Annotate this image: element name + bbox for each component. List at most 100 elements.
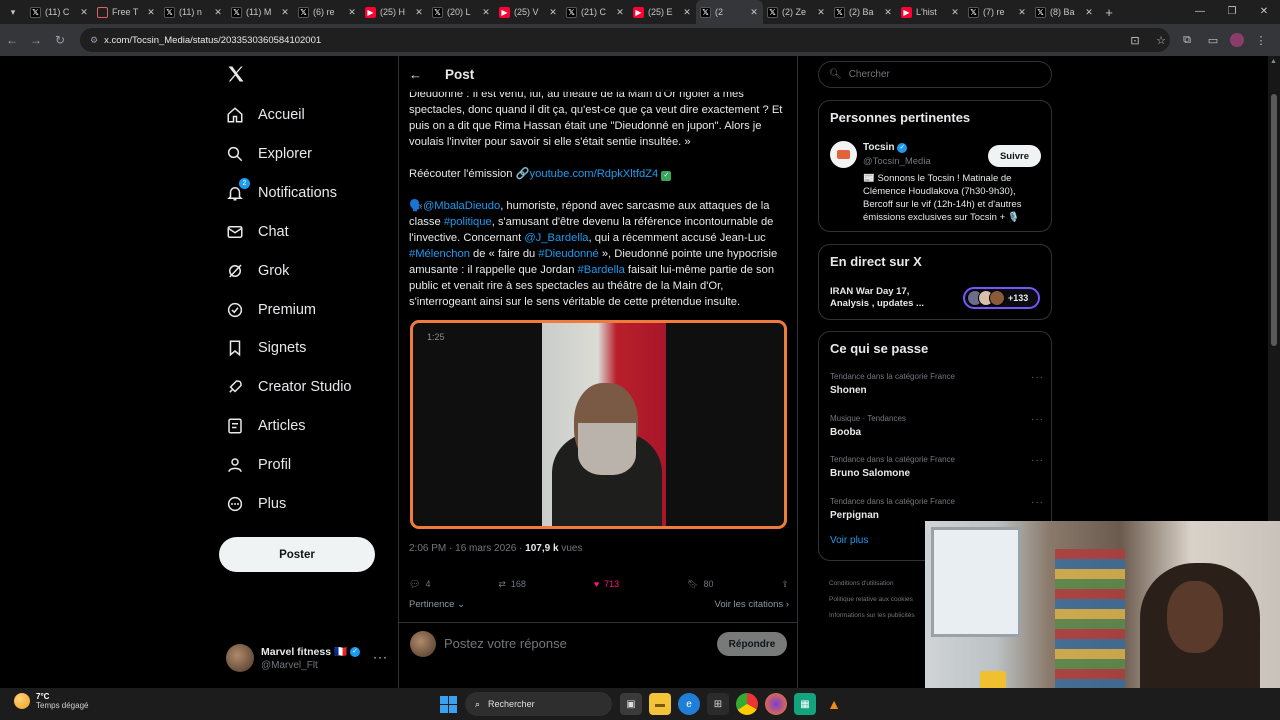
browser-tab[interactable]: 𝕏 (8) Ba ✕ [1031, 0, 1098, 24]
person-name-row[interactable]: Tocsin ✓ [863, 142, 908, 153]
youtube-link[interactable]: youtube.com/RdpkXltfdZ4 [530, 168, 659, 180]
share-action[interactable]: ⇪ [781, 579, 789, 590]
footer-link[interactable]: Politique relative aux cookies [829, 592, 915, 608]
trend-item[interactable]: Musique · Tendances Booba ··· [830, 414, 1044, 450]
browser-tab[interactable]: ▶ (25) H ✕ [361, 0, 428, 24]
nav-item-grok[interactable]: Grok [226, 256, 289, 286]
windows-start-icon[interactable] [440, 696, 457, 713]
browser-tab[interactable]: 𝕏 (2) Ba ✕ [830, 0, 897, 24]
footer-link[interactable]: Informations sur les publicités [829, 608, 915, 624]
browser-tab[interactable]: ▶ (25) E ✕ [629, 0, 696, 24]
hashtag-dieudonne[interactable]: #Dieudonné [538, 248, 598, 260]
browser-tab[interactable]: Free T ✕ [93, 0, 160, 24]
nav-item-premium[interactable]: Premium [226, 295, 316, 325]
nav-item-articles[interactable]: Articles [226, 411, 306, 441]
trend-item[interactable]: Tendance dans la catégorie France Shonen ·… [830, 372, 1044, 408]
edge-icon[interactable]: e [678, 693, 700, 715]
chrome-icon[interactable] [736, 693, 758, 715]
close-tab-icon[interactable]: ✕ [1017, 7, 1027, 18]
browser-menu-icon[interactable]: ⋮ [1252, 34, 1270, 47]
address-bar[interactable]: ⚙ x.com/Tocsin_Media/status/203353036058… [80, 28, 1170, 52]
close-tab-icon[interactable]: ✕ [347, 7, 357, 18]
nav-item-profil[interactable]: Profil [226, 450, 291, 480]
store-icon[interactable]: ⊞ [707, 693, 729, 715]
browser-tab[interactable]: 𝕏 (20) L ✕ [428, 0, 495, 24]
nav-item-notifications[interactable]: 2 Notifications [226, 177, 337, 208]
install-icon[interactable]: ⊡ [1126, 34, 1144, 47]
nav-item-creator-studio[interactable]: Creator Studio [226, 372, 352, 402]
trend-item[interactable]: Tendance dans la catégorie France Bruno S… [830, 455, 1044, 491]
tocsin-avatar[interactable] [830, 141, 857, 168]
vlc-icon[interactable]: ▲ [823, 693, 845, 715]
nav-item-accueil[interactable]: Accueil [226, 100, 305, 130]
post-button[interactable]: Poster [219, 537, 375, 572]
star-icon[interactable]: ☆ [1152, 34, 1170, 47]
reload-icon[interactable]: ↻ [48, 33, 72, 47]
back-icon[interactable]: ← [0, 33, 24, 47]
close-tab-icon[interactable]: ✕ [213, 7, 223, 18]
close-tab-icon[interactable]: ✕ [950, 7, 960, 18]
more-dots-icon[interactable]: ··· [1031, 497, 1044, 508]
close-tab-icon[interactable]: ✕ [682, 7, 692, 18]
repost-action[interactable]: ⇄ 168 [498, 579, 526, 590]
new-tab-button[interactable]: + [1098, 5, 1120, 20]
like-action[interactable]: ♥ 713 [594, 579, 619, 589]
close-tab-icon[interactable]: ✕ [414, 7, 424, 18]
close-tab-icon[interactable]: ✕ [883, 7, 893, 18]
close-tab-icon[interactable]: ✕ [816, 7, 826, 18]
extensions-icon[interactable]: ⧉ [1178, 34, 1196, 47]
close-tab-icon[interactable]: ✕ [280, 7, 290, 18]
account-switcher[interactable]: Marvel fitness 🇫🇷 ✓ @Marvel_Flt ··· [226, 642, 396, 674]
back-arrow-icon[interactable]: ← [409, 67, 425, 82]
footer-link[interactable]: Conditions d'utilisation [829, 576, 915, 592]
maximize-icon[interactable]: ❐ [1216, 0, 1248, 24]
close-window-icon[interactable]: ✕ [1248, 0, 1280, 24]
mention-mbaladieudo[interactable]: @MbalaDieudo [423, 200, 500, 212]
browser-tab[interactable]: ▶ (25) V ✕ [495, 0, 562, 24]
close-tab-icon[interactable]: ✕ [79, 7, 89, 18]
see-more-link[interactable]: Voir plus [830, 535, 868, 546]
reply-button[interactable]: Répondre [717, 632, 787, 656]
browser-tab[interactable]: 𝕏 (2 ✕ [696, 0, 763, 24]
nav-item-plus[interactable]: Plus [226, 489, 286, 519]
hashtag-politique[interactable]: #politique [444, 216, 492, 228]
forward-icon[interactable]: → [24, 33, 48, 47]
app-icon[interactable]: ▦ [794, 693, 816, 715]
close-tab-icon[interactable]: ✕ [548, 7, 558, 18]
taskbar-search[interactable]: ⌕ Rechercher [465, 692, 612, 716]
browser-tab[interactable]: 𝕏 (21) C ✕ [562, 0, 629, 24]
close-tab-icon[interactable]: ✕ [146, 7, 156, 18]
nav-item-chat[interactable]: Chat [226, 217, 289, 247]
timestamp[interactable]: 2:06 PM · 16 mars 2026 · [409, 543, 525, 554]
hashtag-bardella[interactable]: #Bardella [578, 264, 625, 276]
scroll-up-icon[interactable]: ▲ [1270, 58, 1277, 65]
more-dots-icon[interactable]: ··· [373, 650, 388, 664]
hashtag-melenchon[interactable]: #Mélenchon [409, 248, 470, 260]
search-input[interactable]: 🔍︎ Chercher [818, 61, 1052, 88]
firefox-icon[interactable] [765, 693, 787, 715]
live-listeners-pill[interactable]: +133 [963, 287, 1040, 309]
reply-action[interactable]: 💬︎ 4 [409, 579, 430, 590]
video-player[interactable]: 1:25 [410, 320, 787, 529]
more-dots-icon[interactable]: ··· [1031, 414, 1044, 425]
bookmark-action[interactable]: 🔖︎ 80 [687, 579, 713, 590]
more-dots-icon[interactable]: ··· [1031, 455, 1044, 466]
live-space-title[interactable]: IRAN War Day 17, Analysis , updates ... [830, 286, 950, 310]
sidebar-icon[interactable]: ▭ [1204, 34, 1222, 47]
close-tab-icon[interactable]: ✕ [749, 7, 759, 18]
follow-button[interactable]: Suivre [988, 145, 1041, 167]
scrollbar-thumb[interactable] [1271, 94, 1277, 346]
relevance-dropdown[interactable]: Pertinence ⌄ [409, 599, 465, 610]
profile-avatar[interactable] [1230, 33, 1244, 47]
nav-item-explorer[interactable]: Explorer [226, 139, 312, 169]
view-quotes-link[interactable]: Voir les citations › [715, 599, 789, 610]
close-tab-icon[interactable]: ✕ [615, 7, 625, 18]
nav-item-signets[interactable]: Signets [226, 333, 306, 363]
close-tab-icon[interactable]: ✕ [1084, 7, 1094, 18]
browser-tab[interactable]: 𝕏 (11) n ✕ [160, 0, 227, 24]
reply-input[interactable]: Postez votre réponse [444, 636, 567, 651]
task-view-icon[interactable]: ▣ [620, 693, 642, 715]
mention-bardella[interactable]: @J_Bardella [524, 232, 588, 244]
browser-tab[interactable]: 𝕏 (7) re ✕ [964, 0, 1031, 24]
browser-tab[interactable]: 𝕏 (2) Ze ✕ [763, 0, 830, 24]
